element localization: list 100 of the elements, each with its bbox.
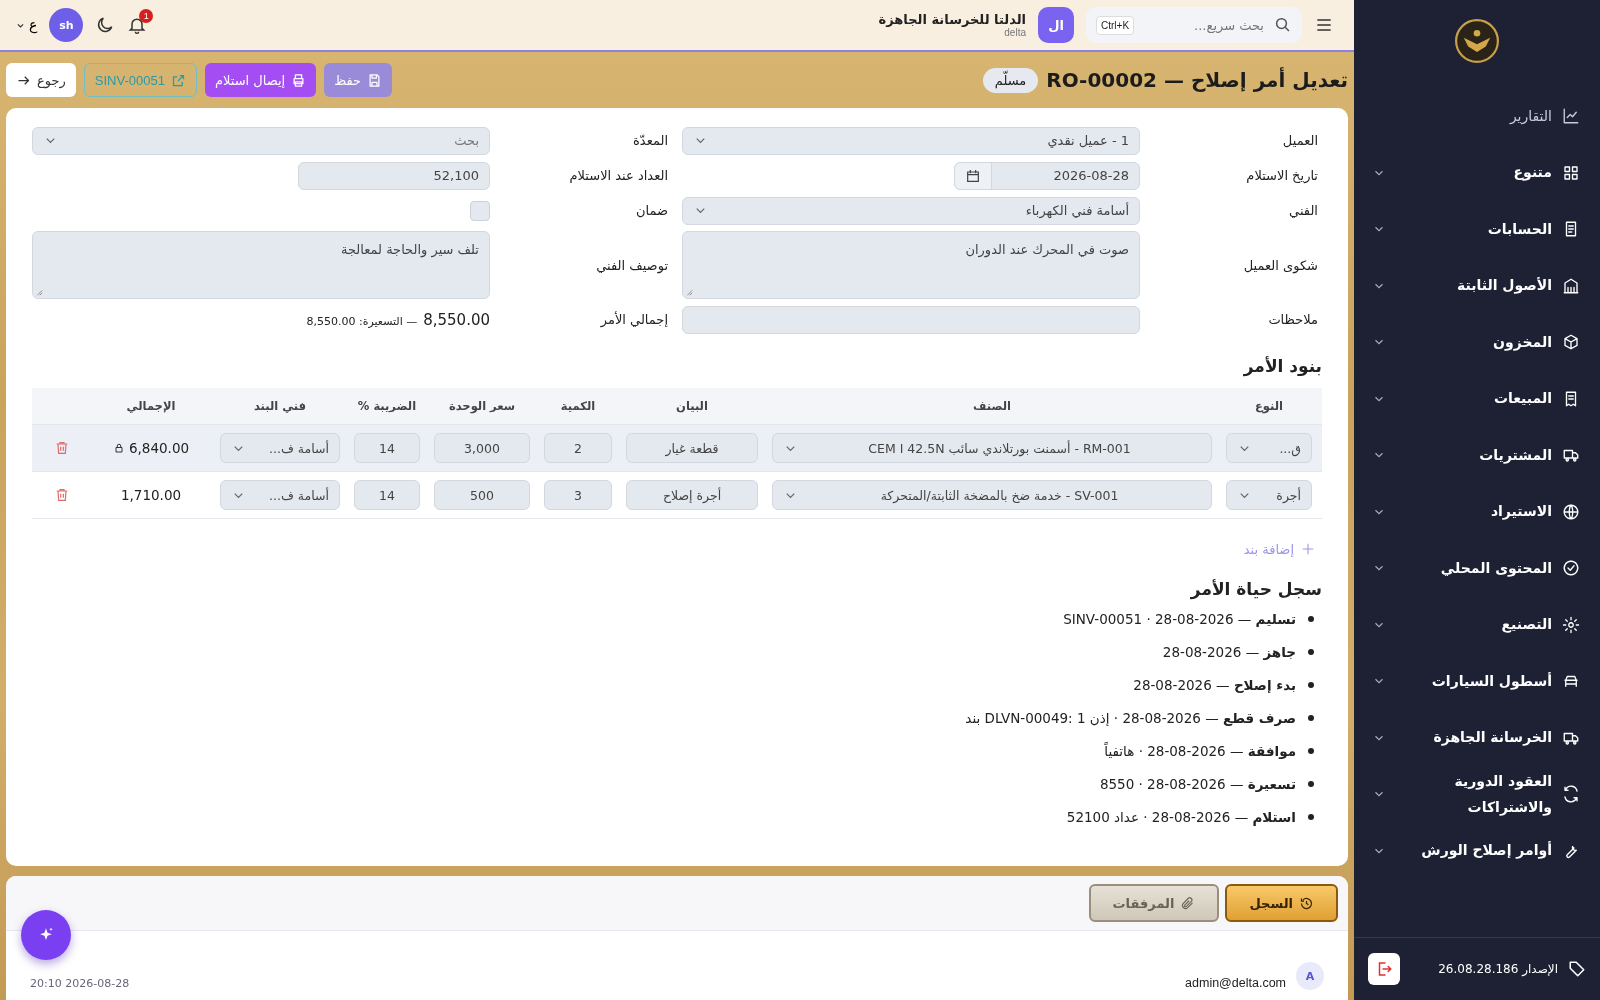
shortcut-key: Ctrl+K — [1096, 15, 1135, 35]
column-header: الصنف — [972, 399, 1012, 413]
sidebar-item[interactable]: متنوع — [1354, 144, 1600, 201]
text-area[interactable]: تلف سير والحاجة لمعالجة — [32, 231, 490, 299]
search-input[interactable]: بحث سريع... — [1142, 16, 1266, 34]
external-link-icon — [170, 72, 186, 88]
page-title: تعديل أمر إصلاح — RO-00002 — [1046, 68, 1348, 92]
org-avatar: ال — [1038, 7, 1074, 43]
logout-button[interactable] — [1368, 953, 1400, 985]
column-header: النوع — [1254, 399, 1284, 413]
bullet-icon — [1308, 616, 1314, 622]
column-header: سعر الوحدة — [447, 399, 517, 413]
column-header: الإجمالي — [125, 399, 177, 413]
field-label: ملاحظات — [1267, 311, 1319, 329]
column-header: الكمية — [559, 399, 597, 413]
paperclip-icon — [1180, 895, 1196, 911]
sidebar-item[interactable]: العقود الدورية والاشتراكات — [1354, 766, 1600, 823]
globe-icon — [1562, 502, 1580, 521]
sidebar-item[interactable]: الحسابات — [1354, 201, 1600, 258]
field-label: ضمان — [634, 202, 669, 220]
order-total: 8,550.00 — [423, 310, 490, 329]
tax-field[interactable]: 14 — [354, 480, 420, 510]
unit-price-field[interactable]: 3,000 — [434, 433, 530, 463]
type-select[interactable]: أجرة — [1226, 480, 1312, 510]
line-total: 1,710.00 — [120, 487, 182, 503]
field-label: العداد عند الاستلام — [568, 167, 669, 185]
tax-field[interactable]: 14 — [354, 433, 420, 463]
logo-icon — [1455, 19, 1499, 63]
field-label: شكوى العميل — [1242, 256, 1319, 276]
field-label: توصيف الفني — [595, 256, 669, 276]
version-text: الإصدار 26.08.28.186 — [1437, 962, 1558, 976]
sidebar-item[interactable]: المخزون — [1354, 314, 1600, 371]
select-field[interactable]: أسامة فني الكهرباء — [682, 196, 1140, 225]
field-label: المعدّة — [632, 132, 669, 150]
description-field[interactable]: أجرة إصلاح — [626, 480, 758, 510]
section-title: بنود الأمر — [1242, 356, 1322, 376]
sidebar-item[interactable]: المشتريات — [1354, 427, 1600, 484]
tab[interactable]: المرفقات — [1088, 884, 1220, 922]
trash-icon[interactable] — [54, 487, 70, 503]
bullet-icon — [1308, 682, 1314, 688]
field-label: تاريخ الاستلام — [1245, 167, 1319, 185]
sidebar-item[interactable]: أسطول السيارات — [1354, 653, 1600, 710]
building-icon — [1562, 276, 1580, 295]
language-selector[interactable]: ع — [16, 17, 38, 33]
printer-icon — [291, 72, 307, 88]
cube-icon — [1562, 333, 1580, 352]
user-avatar: A — [1296, 962, 1324, 990]
refresh-icon — [1562, 785, 1580, 804]
notification-badge: 1 — [139, 9, 154, 23]
bullet-icon — [1308, 748, 1314, 754]
tab[interactable]: السجل — [1225, 884, 1338, 922]
trash-icon[interactable] — [54, 440, 70, 456]
user-avatar[interactable]: sh — [49, 8, 84, 42]
timestamp: 2026-08-28 20:10 — [30, 977, 130, 990]
back-button[interactable]: رجوع — [6, 63, 76, 97]
sidebar-item[interactable]: أوامر إصلاح الورش — [1354, 822, 1600, 879]
select-field[interactable]: 1 - عميل نقدي — [682, 126, 1140, 155]
column-header: البيان — [675, 399, 709, 413]
sidebar-item[interactable]: التقارير — [1354, 88, 1600, 145]
description-field[interactable]: قطعة غيار — [626, 433, 758, 463]
quantity-field[interactable]: 2 — [544, 433, 612, 463]
status-badge: مسلّم — [982, 67, 1039, 93]
sidebar-item[interactable]: المبيعات — [1354, 370, 1600, 427]
date-field[interactable]: 2026-08-28 — [954, 161, 1140, 190]
resize-grip-icon — [35, 288, 43, 296]
tag-icon — [1568, 960, 1586, 978]
sidebar-item[interactable]: الخرسانة الجاهزة — [1354, 709, 1600, 766]
select-field[interactable]: بحث — [32, 126, 490, 155]
log-entry: صرف قطع — 2026-08-28 · إذن DLVN-00049: 1 بند — [965, 710, 1296, 726]
sidebar-item[interactable]: الاستيراد — [1354, 483, 1600, 540]
quantity-field[interactable]: 3 — [544, 480, 612, 510]
item-select[interactable]: SV-001 - خدمة ضخ بالمضخة الثابتة/المتحركة — [772, 480, 1212, 510]
item-select[interactable]: RM-001 - أسمنت بورتلاندي سائب CEM I 42.5N — [772, 433, 1212, 463]
history-icon — [1299, 895, 1314, 911]
column-header: فني البند — [252, 399, 308, 413]
field-label: العميل — [1281, 132, 1319, 150]
technician-select[interactable]: أسامة ف... — [220, 433, 340, 463]
org-name: الدلتا للخرسانة الجاهزة — [878, 12, 1026, 27]
bullet-icon — [1308, 715, 1314, 721]
checkbox[interactable] — [470, 200, 490, 221]
input-field[interactable] — [682, 305, 1140, 334]
bullet-icon — [1308, 781, 1314, 787]
line-total: 6,840.00 — [128, 440, 190, 456]
sidebar-item[interactable]: المحتوى المحلي — [1354, 540, 1600, 597]
technician-select[interactable]: أسامة ف... — [220, 480, 340, 510]
user-email: admin@delta.com — [1185, 976, 1286, 990]
section-title: سجل حياة الأمر — [1189, 579, 1322, 599]
type-select[interactable]: ق... — [1226, 433, 1312, 463]
grid-icon — [1562, 163, 1580, 182]
text-area[interactable]: صوت في المحرك عند الدوران — [682, 231, 1140, 299]
sidebar-item[interactable]: التصنيع — [1354, 596, 1600, 653]
search-icon — [1274, 16, 1292, 34]
sidebar-item[interactable]: الأصول الثابتة — [1354, 257, 1600, 314]
print-button[interactable]: إيصال استلام — [204, 63, 317, 97]
log-entry: استلام — 2026-08-28 · عداد 52100 — [1066, 809, 1296, 825]
calendar-icon — [965, 167, 981, 184]
unit-price-field[interactable]: 500 — [434, 480, 530, 510]
input-field[interactable]: 52,100 — [298, 161, 490, 190]
bullet-icon — [1308, 814, 1314, 820]
save-icon — [367, 72, 383, 88]
